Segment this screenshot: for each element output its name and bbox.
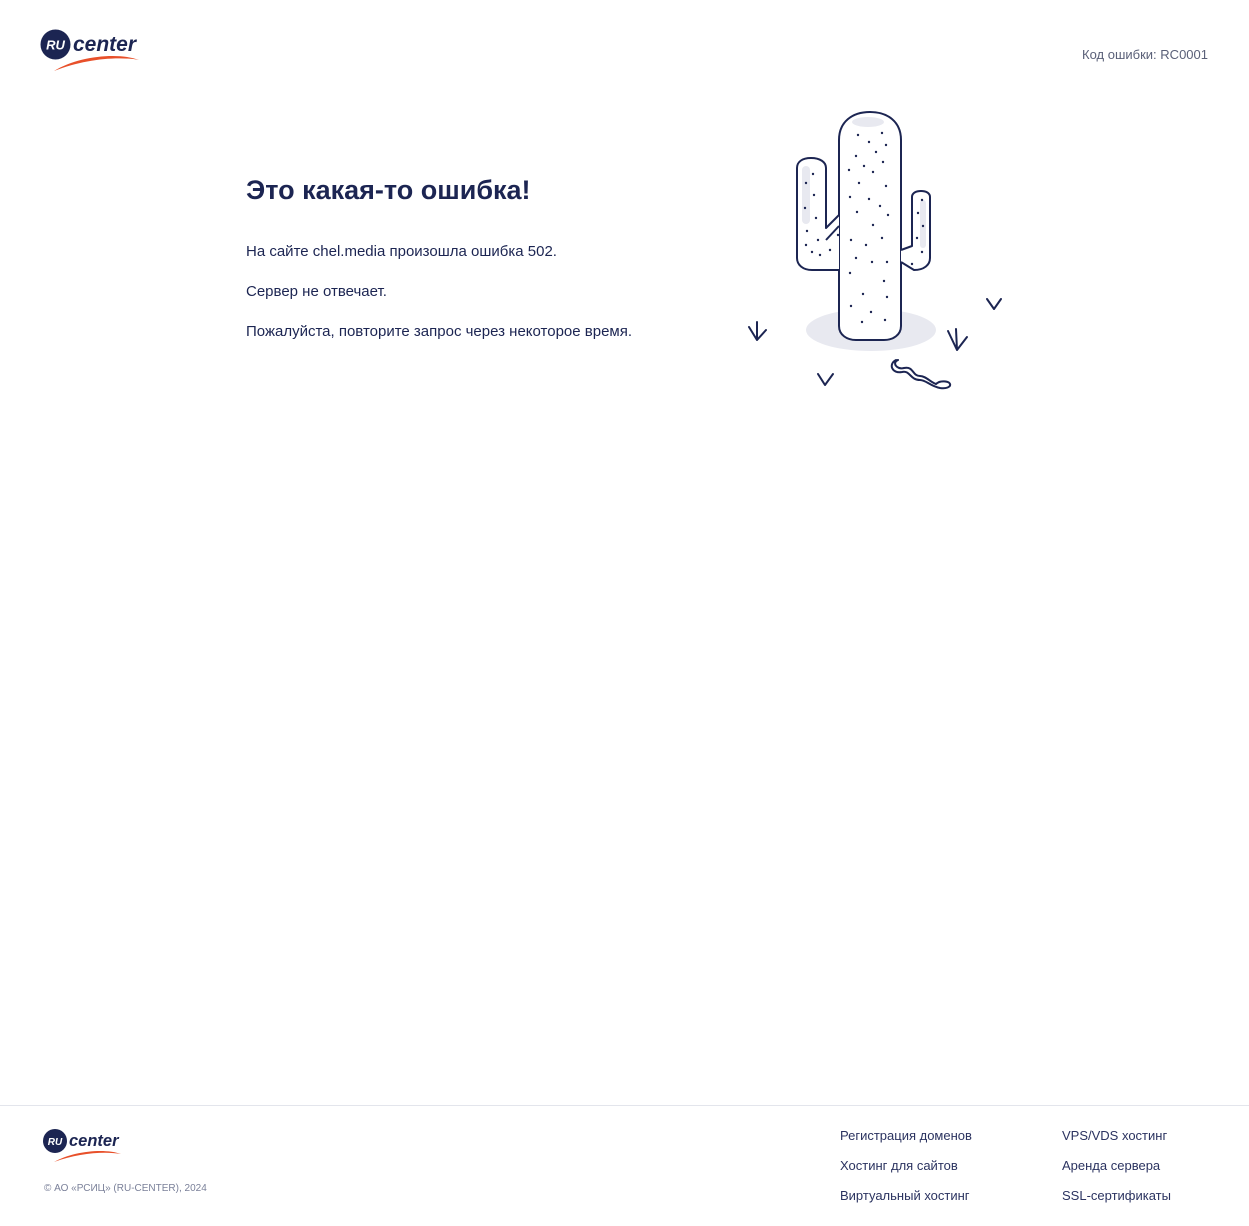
logo-ru-text: RU (46, 38, 65, 53)
error-code-label: Код ошибки: (1082, 47, 1157, 62)
cactus-illustration (748, 110, 1002, 390)
footer: © АО «РСИЦ» (RU-CENTER), 2024 Регистраци… (0, 1105, 1249, 1226)
error-message-site: На сайте chel.media произошла ошибка 502… (246, 243, 557, 260)
ru-center-footer-logo[interactable]: RU center (43, 1126, 123, 1164)
error-code: Код ошибки: RC0001 (1082, 47, 1208, 62)
footer-link-site-hosting[interactable]: Хостинг для сайтов (840, 1158, 972, 1174)
footer-logo-ru-text: RU (48, 1137, 63, 1148)
footer-links-column-2: VPS/VDS хостинг Аренда сервера SSL-серти… (1062, 1128, 1171, 1218)
footer-links-column-1: Регистрация доменов Хостинг для сайтов В… (840, 1128, 972, 1218)
footer-link-ssl-certificates[interactable]: SSL-сертификаты (1062, 1188, 1171, 1204)
footer-link-domain-registration[interactable]: Регистрация доменов (840, 1128, 972, 1144)
error-content: Это какая-то ошибка! На сайте chel.media… (246, 172, 716, 362)
footer-link-server-rental[interactable]: Аренда сервера (1062, 1158, 1171, 1174)
error-message-retry: Пожалуйста, повторите запрос через некот… (246, 323, 633, 340)
error-code-value: RC0001 (1160, 47, 1208, 62)
footer-link-vps-vds[interactable]: VPS/VDS хостинг (1062, 1128, 1171, 1144)
footer-logo-center-text: center (69, 1132, 120, 1150)
copyright-text: © АО «РСИЦ» (RU-CENTER), 2024 (44, 1183, 207, 1194)
footer-link-virtual-hosting[interactable]: Виртуальный хостинг (840, 1188, 972, 1204)
logo-center-text: center (73, 33, 138, 56)
error-message-server: Сервер не отвечает. (246, 283, 387, 300)
error-title: Это какая-то ошибка! (246, 175, 531, 205)
ru-center-logo[interactable]: RU center (40, 26, 142, 74)
